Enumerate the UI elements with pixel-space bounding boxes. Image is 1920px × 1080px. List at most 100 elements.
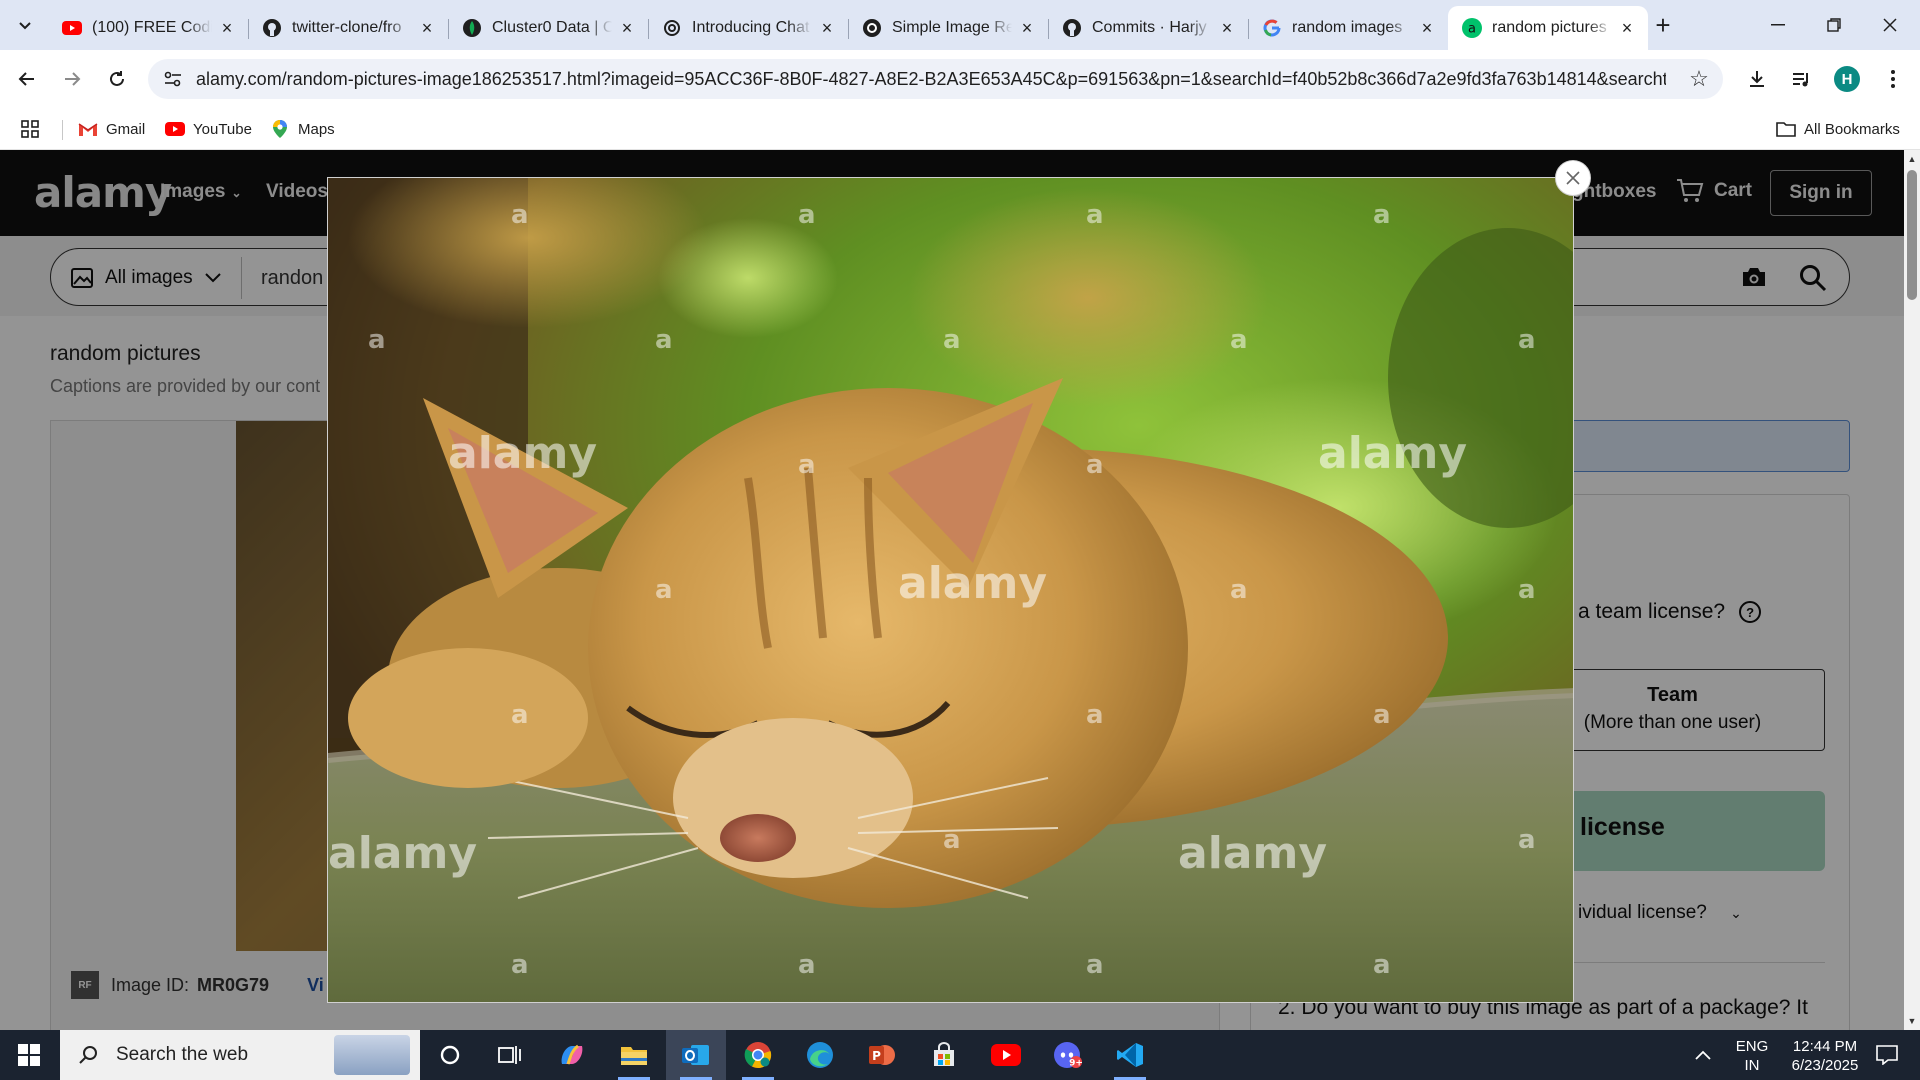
download-button[interactable] <box>1742 64 1772 94</box>
close-icon[interactable]: × <box>418 18 436 38</box>
scrollbar-thumb[interactable] <box>1907 170 1917 300</box>
clock-date: 6/23/2025 <box>1791 1057 1859 1074</box>
system-clock[interactable]: 12:44 PM 6/23/2025 <box>1775 1037 1875 1075</box>
restore-button[interactable] <box>1806 0 1862 50</box>
tab-list: (100) FREE Coding × twitter-clone/fro × … <box>48 6 1648 50</box>
bookmark-star-icon[interactable]: ☆ <box>1685 65 1713 93</box>
media-control-button[interactable] <box>1786 64 1816 94</box>
forward-button[interactable] <box>55 62 89 96</box>
store-icon[interactable] <box>914 1030 974 1080</box>
bookmark-gmail[interactable]: Gmail <box>78 116 145 142</box>
openai-icon <box>662 18 682 38</box>
tab[interactable]: twitter-clone/fro × <box>248 9 448 47</box>
scroll-up-icon[interactable]: ▲ <box>1904 152 1920 166</box>
apps-grid-icon <box>20 120 40 138</box>
page-scrollbar[interactable]: ▲ ▼ <box>1904 150 1920 1030</box>
watermark-small: a <box>1230 575 1248 605</box>
watermark-small: a <box>943 825 961 855</box>
mongodb-icon <box>462 18 482 38</box>
watermark-small: a <box>943 325 961 355</box>
site-info-icon[interactable] <box>162 68 184 90</box>
file-explorer-icon[interactable] <box>604 1030 664 1080</box>
watermark-small: a <box>1373 950 1391 980</box>
taskbar-search[interactable]: Search the web <box>60 1030 420 1080</box>
tab[interactable]: Cluster0 Data | C × <box>448 9 648 47</box>
chevron-down-icon <box>19 22 31 30</box>
start-button[interactable] <box>0 1030 58 1080</box>
new-tab-button[interactable]: + <box>1648 10 1678 40</box>
bookmark-label: Gmail <box>106 120 146 138</box>
modal-close-button[interactable] <box>1555 160 1591 196</box>
notification-icon <box>1876 1045 1898 1065</box>
all-bookmarks-label: All Bookmarks <box>1804 120 1900 138</box>
task-view-icon[interactable] <box>480 1030 540 1080</box>
watermark-small: a <box>798 450 816 480</box>
bookmark-youtube[interactable]: YouTube <box>165 116 252 142</box>
chrome-icon[interactable] <box>728 1030 788 1080</box>
region-code: IN <box>1744 1057 1760 1074</box>
close-icon[interactable]: × <box>1418 18 1436 38</box>
openai-icon <box>862 18 882 38</box>
bookmark-maps[interactable]: Maps <box>270 116 335 142</box>
tab[interactable]: (100) FREE Coding × <box>48 9 248 47</box>
github-icon <box>262 18 282 38</box>
maps-icon <box>270 120 290 138</box>
tab[interactable]: Introducing Chat × <box>648 9 848 47</box>
watermark-small: a <box>1518 325 1536 355</box>
taskbar-search-placeholder: Search the web <box>116 1044 249 1065</box>
watermark: alamy <box>1178 828 1327 879</box>
google-icon <box>1262 18 1282 38</box>
notification-center-button[interactable] <box>1862 1030 1912 1080</box>
windows-taskbar: Search the web P 9+ ENG IN 12:44 PM 6/23… <box>0 1030 1920 1080</box>
arrow-right-icon <box>65 72 81 86</box>
edge-icon[interactable] <box>790 1030 850 1080</box>
youtube-icon <box>165 120 185 138</box>
tab[interactable]: Commits · Harjy × <box>1048 9 1248 47</box>
back-button[interactable] <box>10 62 44 96</box>
close-icon[interactable]: × <box>818 18 836 38</box>
bookmarks-divider <box>62 120 63 140</box>
tab[interactable]: random images × <box>1248 9 1448 47</box>
playlist-icon <box>1793 73 1808 87</box>
youtube-app-icon[interactable] <box>976 1030 1036 1080</box>
copilot-icon[interactable] <box>542 1030 602 1080</box>
watermark-small: a <box>798 200 816 230</box>
tab-title: random images <box>1292 19 1403 36</box>
folder-icon <box>1776 120 1796 138</box>
watermark-small: a <box>1086 950 1104 980</box>
window-close-button[interactable] <box>1862 0 1918 50</box>
show-hidden-icons[interactable] <box>1686 1030 1720 1080</box>
browser-menu-button[interactable] <box>1878 64 1908 94</box>
minimize-button[interactable] <box>1750 0 1806 50</box>
windows-logo-icon <box>18 1044 40 1066</box>
input-language-indicator[interactable]: ENG IN <box>1732 1037 1772 1075</box>
discord-icon[interactable]: 9+ <box>1038 1030 1098 1080</box>
cortana-icon[interactable] <box>420 1030 480 1080</box>
enlarged-image-modal[interactable]: alamy alamy alamy alamy alamy a a a a a … <box>327 177 1574 1003</box>
watermark-small: a <box>655 325 673 355</box>
all-bookmarks-button[interactable]: All Bookmarks <box>1776 116 1900 142</box>
bookmark-label: Maps <box>298 120 335 138</box>
profile-avatar[interactable]: H <box>1834 66 1860 92</box>
close-icon[interactable]: × <box>1018 18 1036 38</box>
watermark-small: a <box>511 700 529 730</box>
vscode-icon[interactable] <box>1100 1030 1160 1080</box>
close-icon[interactable]: × <box>218 18 236 38</box>
tab-search-button[interactable] <box>10 10 40 40</box>
address-bar[interactable]: alamy.com/random-pictures-image186253517… <box>148 59 1723 99</box>
close-icon[interactable]: × <box>618 18 636 38</box>
powerpoint-icon[interactable]: P <box>852 1030 912 1080</box>
watermark-small: a <box>655 575 673 605</box>
close-icon[interactable]: × <box>1218 18 1236 38</box>
tab-active[interactable]: a random pictures × <box>1448 6 1648 50</box>
reload-button[interactable] <box>100 62 134 96</box>
tab-title: (100) FREE Coding <box>92 19 212 36</box>
tab[interactable]: Simple Image Re × <box>848 9 1048 47</box>
apps-button[interactable] <box>20 116 48 142</box>
close-icon <box>1883 18 1897 32</box>
outlook-icon[interactable] <box>666 1030 726 1080</box>
url-text[interactable]: alamy.com/random-pictures-image186253517… <box>196 59 1666 99</box>
scroll-down-icon[interactable]: ▼ <box>1904 1014 1920 1028</box>
tab-title: random pictures <box>1492 19 1607 36</box>
close-icon[interactable]: × <box>1618 18 1636 38</box>
